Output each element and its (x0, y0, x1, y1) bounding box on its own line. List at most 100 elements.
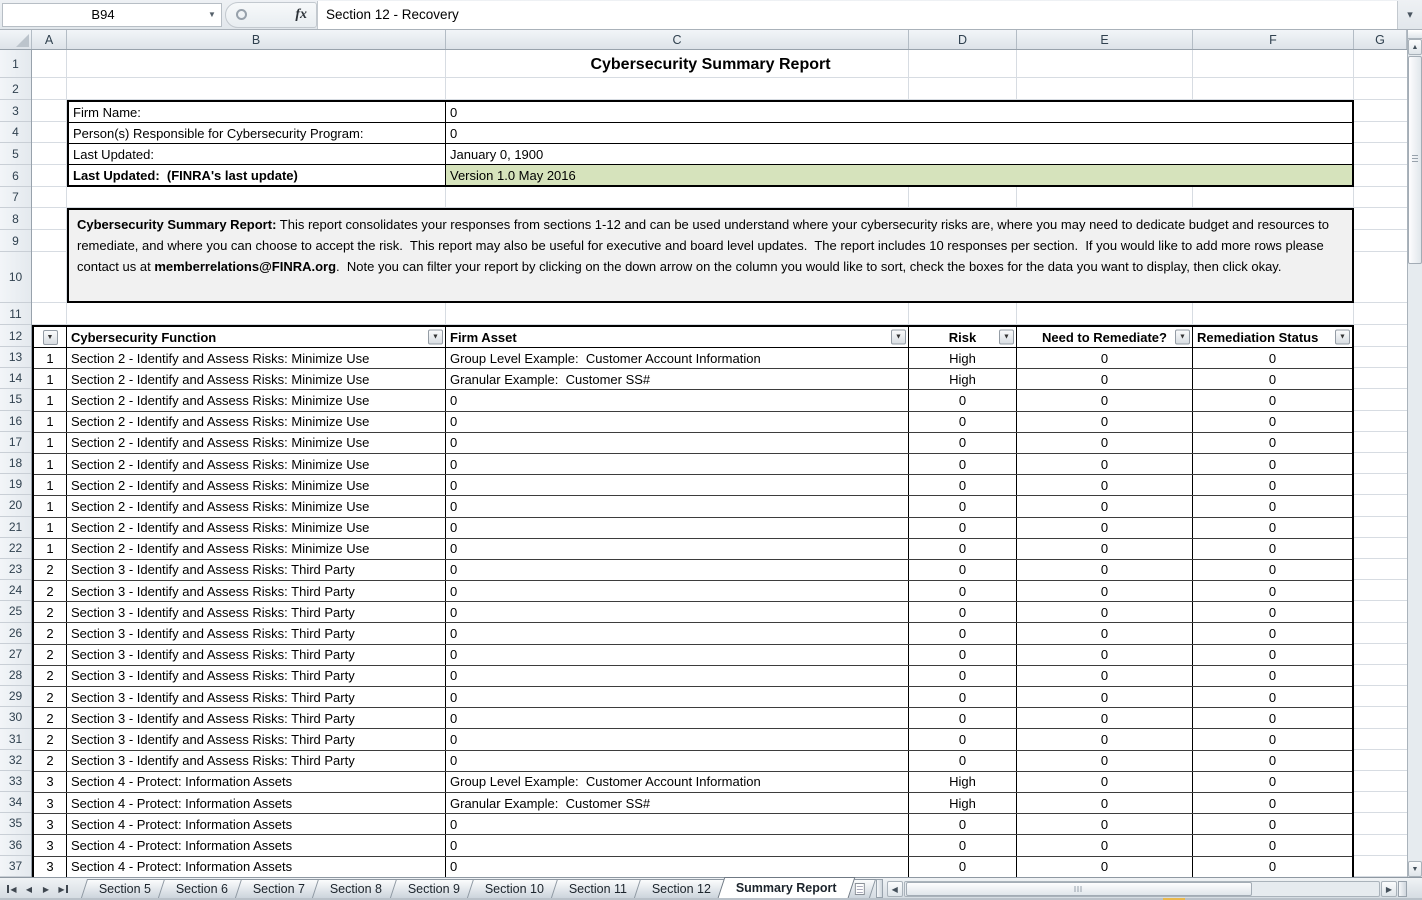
cell-F27[interactable]: 0 (1193, 645, 1352, 665)
formula-bar-expand-icon[interactable]: ▾ (1398, 1, 1422, 29)
cell-E14[interactable]: 0 (1017, 369, 1193, 389)
row-header-12[interactable]: 12 (0, 325, 31, 347)
tab-splitter-handle[interactable] (876, 879, 883, 898)
cell-F34[interactable]: 0 (1193, 793, 1352, 813)
filter-dropdown-icon[interactable]: ▼ (1335, 330, 1350, 345)
cell-F17[interactable]: 0 (1193, 433, 1352, 453)
row-header-5[interactable]: 5 (0, 143, 31, 165)
scroll-down-button[interactable]: ▼ (1408, 861, 1422, 877)
cell-B20[interactable]: Section 2 - Identify and Assess Risks: M… (67, 496, 446, 516)
cell-C29[interactable]: 0 (446, 687, 909, 707)
cell-D19[interactable]: 0 (909, 475, 1017, 495)
cell-C27[interactable]: 0 (446, 645, 909, 665)
row-header-20[interactable]: 20 (0, 495, 31, 516)
cell-C35[interactable]: 0 (446, 814, 909, 834)
cell-A19[interactable]: 1 (34, 475, 67, 495)
column-header-E[interactable]: E (1017, 30, 1193, 49)
row-header-8[interactable]: 8 (0, 208, 31, 230)
cell-F37[interactable]: 0 (1193, 857, 1352, 877)
cell-C21[interactable]: 0 (446, 518, 909, 538)
vertical-scrollbar[interactable]: ▲ ▼ (1407, 30, 1422, 877)
cell-B22[interactable]: Section 2 - Identify and Assess Risks: M… (67, 539, 446, 559)
row-header-9[interactable]: 9 (0, 230, 31, 252)
tab-first-button[interactable]: ◀ (4, 882, 20, 896)
cell-D25[interactable]: 0 (909, 602, 1017, 622)
cell-A20[interactable]: 1 (34, 496, 67, 516)
cell-A37[interactable]: 3 (34, 857, 67, 877)
cell-E19[interactable]: 0 (1017, 475, 1193, 495)
column-header-G[interactable]: G (1354, 30, 1407, 49)
row-header-14[interactable]: 14 (0, 368, 31, 389)
info-value[interactable]: January 0, 1900 (446, 144, 1352, 164)
tab-summary-report[interactable]: Summary Report (718, 877, 856, 898)
cell-E18[interactable]: 0 (1017, 454, 1193, 474)
row-header-13[interactable]: 13 (0, 347, 31, 368)
cell-D13[interactable]: High (909, 348, 1017, 368)
cell-F13[interactable]: 0 (1193, 348, 1352, 368)
cell-C31[interactable]: 0 (446, 729, 909, 749)
cell-B27[interactable]: Section 3 - Identify and Assess Risks: T… (67, 645, 446, 665)
cell-B37[interactable]: Section 4 - Protect: Information Assets (67, 857, 446, 877)
cell-D24[interactable]: 0 (909, 581, 1017, 601)
cell-B35[interactable]: Section 4 - Protect: Information Assets (67, 814, 446, 834)
cell-A31[interactable]: 2 (34, 729, 67, 749)
cell-D17[interactable]: 0 (909, 433, 1017, 453)
cell-D20[interactable]: 0 (909, 496, 1017, 516)
cell-D22[interactable]: 0 (909, 539, 1017, 559)
cell-F25[interactable]: 0 (1193, 602, 1352, 622)
cell-B13[interactable]: Section 2 - Identify and Assess Risks: M… (67, 348, 446, 368)
row-header-31[interactable]: 31 (0, 729, 31, 750)
cell-E15[interactable]: 0 (1017, 390, 1193, 410)
column-header-firm-asset[interactable]: Firm Asset▼ (446, 327, 909, 347)
insert-function-icon[interactable]: fx (295, 7, 307, 23)
cell-A16[interactable]: 1 (34, 412, 67, 432)
row-header-3[interactable]: 3 (0, 100, 31, 122)
tab-section-6[interactable]: Section 6 (158, 879, 246, 898)
column-header-risk[interactable]: Risk▼ (909, 327, 1017, 347)
row-header-11[interactable]: 11 (0, 303, 31, 325)
row-header-18[interactable]: 18 (0, 453, 31, 474)
cell-C25[interactable]: 0 (446, 602, 909, 622)
column-header-B[interactable]: B (67, 30, 446, 49)
cell-D28[interactable]: 0 (909, 666, 1017, 686)
cell-A14[interactable]: 1 (34, 369, 67, 389)
info-value[interactable]: 0 (446, 123, 1352, 143)
cell-D34[interactable]: High (909, 793, 1017, 813)
cell-C24[interactable]: 0 (446, 581, 909, 601)
cell-F26[interactable]: 0 (1193, 623, 1352, 643)
cell-A27[interactable]: 2 (34, 645, 67, 665)
cell-F23[interactable]: 0 (1193, 560, 1352, 580)
tab-section-9[interactable]: Section 9 (389, 879, 477, 898)
tab-last-button[interactable]: ▶ (55, 882, 71, 896)
cell-E24[interactable]: 0 (1017, 581, 1193, 601)
filter-dropdown-icon[interactable]: ▼ (428, 330, 443, 345)
cell-B28[interactable]: Section 3 - Identify and Assess Risks: T… (67, 666, 446, 686)
row-header-30[interactable]: 30 (0, 707, 31, 728)
cell-B26[interactable]: Section 3 - Identify and Assess Risks: T… (67, 623, 446, 643)
cell-B15[interactable]: Section 2 - Identify and Assess Risks: M… (67, 390, 446, 410)
cell-F15[interactable]: 0 (1193, 390, 1352, 410)
cell-C16[interactable]: 0 (446, 412, 909, 432)
cell-B32[interactable]: Section 3 - Identify and Assess Risks: T… (67, 751, 446, 771)
cell-C13[interactable]: Group Level Example: Customer Account In… (446, 348, 909, 368)
cell-D36[interactable]: 0 (909, 835, 1017, 855)
cell-A12[interactable]: ▼ (34, 327, 67, 347)
cell-name-box[interactable]: B94 ▼ (2, 3, 222, 27)
cell-B31[interactable]: Section 3 - Identify and Assess Risks: T… (67, 729, 446, 749)
column-header-need-to-remediate[interactable]: Need to Remediate?▼ (1017, 327, 1193, 347)
cell-D30[interactable]: 0 (909, 708, 1017, 728)
cell-C34[interactable]: Granular Example: Customer SS# (446, 793, 909, 813)
cell-D33[interactable]: High (909, 772, 1017, 792)
cell-B14[interactable]: Section 2 - Identify and Assess Risks: M… (67, 369, 446, 389)
cell-E34[interactable]: 0 (1017, 793, 1193, 813)
cell-D32[interactable]: 0 (909, 751, 1017, 771)
cell-E17[interactable]: 0 (1017, 433, 1193, 453)
row-header-21[interactable]: 21 (0, 517, 31, 538)
cell-C23[interactable]: 0 (446, 560, 909, 580)
cell-D37[interactable]: 0 (909, 857, 1017, 877)
cell-A18[interactable]: 1 (34, 454, 67, 474)
cell-B25[interactable]: Section 3 - Identify and Assess Risks: T… (67, 602, 446, 622)
info-value[interactable]: Version 1.0 May 2016 (446, 165, 1352, 185)
column-header-A[interactable]: A (32, 30, 67, 49)
cell-B23[interactable]: Section 3 - Identify and Assess Risks: T… (67, 560, 446, 580)
